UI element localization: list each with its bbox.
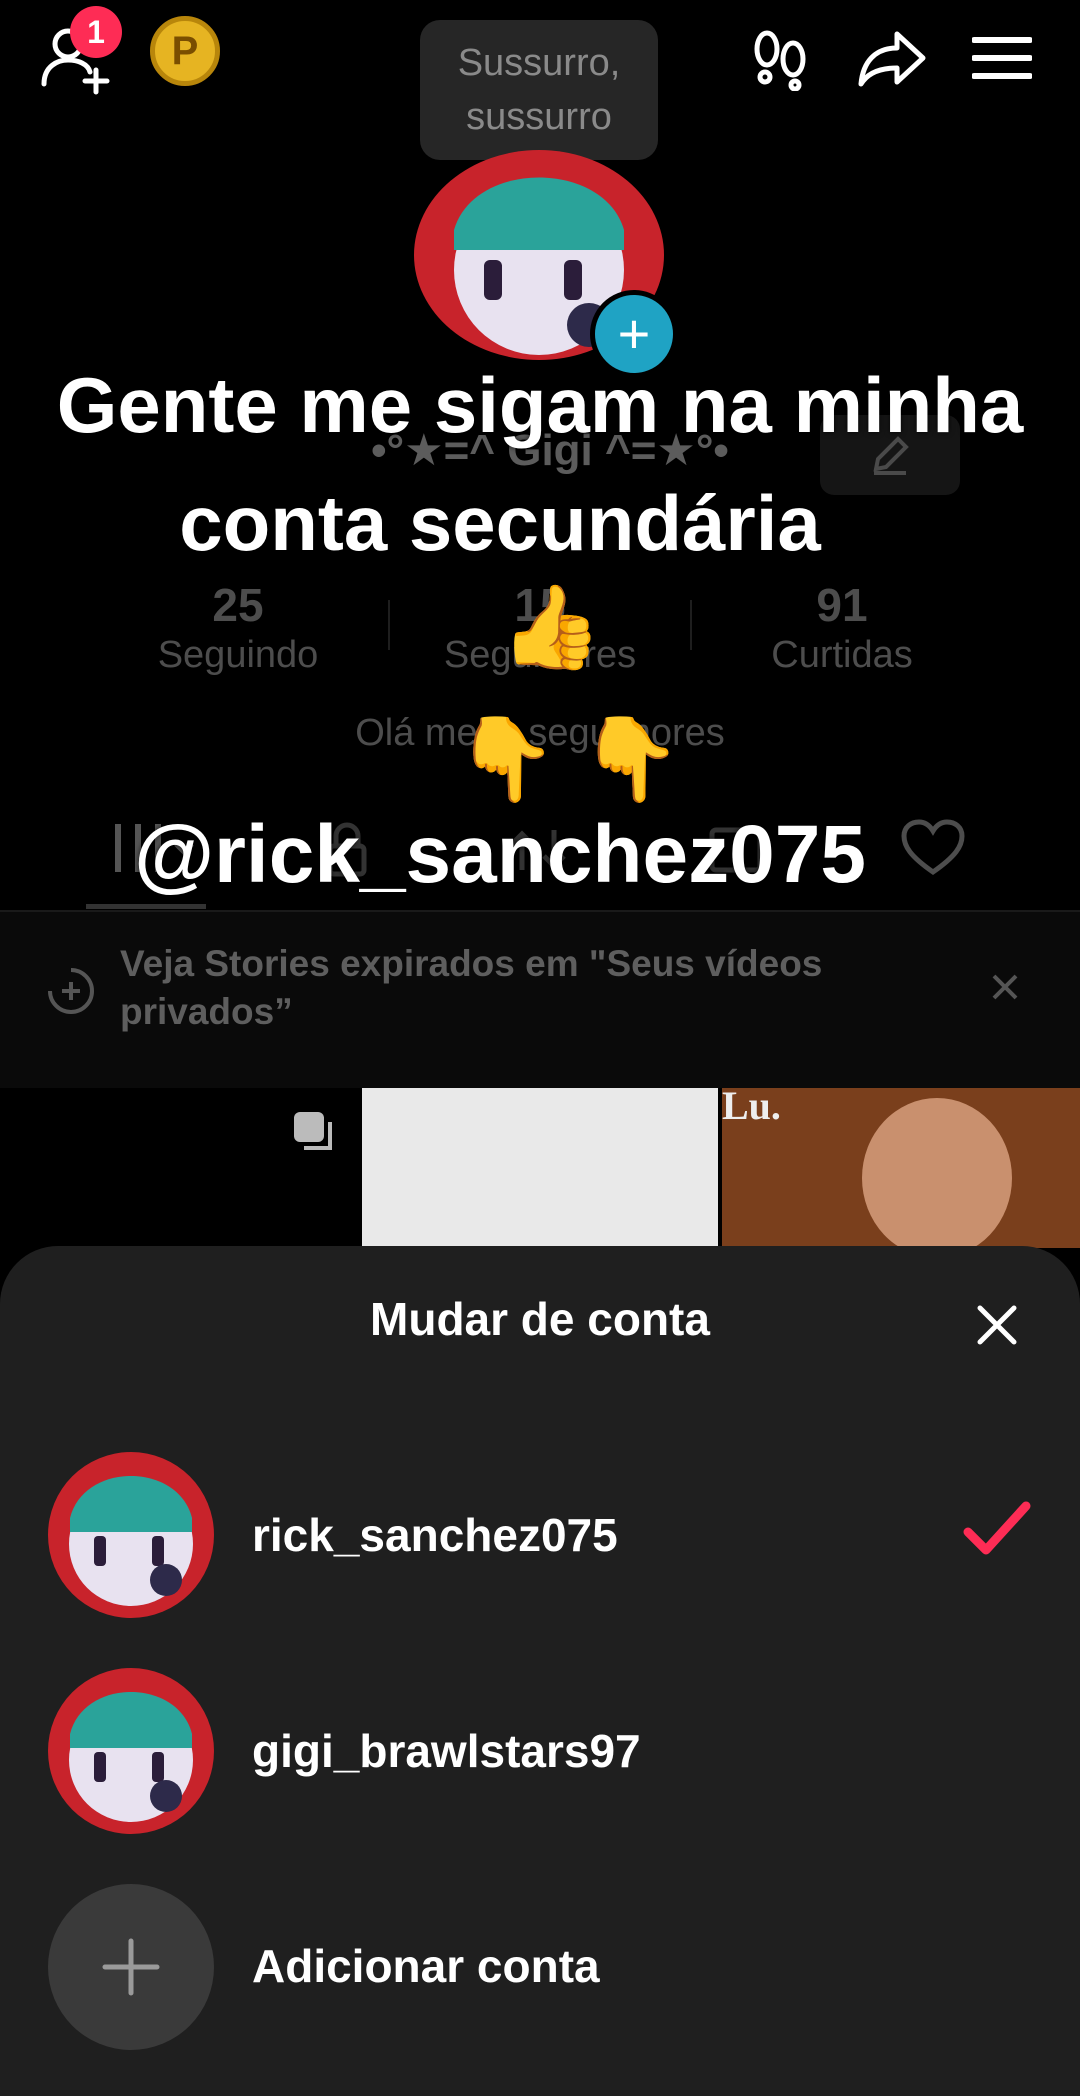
footprints-button[interactable] [740,18,820,98]
overlay-handle: @rick_sanchez075 [134,809,866,900]
tooltip: Sussurro, sussurro [420,20,658,174]
checkmark-icon [963,1501,1031,1555]
share-button[interactable] [852,18,932,98]
account-avatar [48,1452,214,1618]
menu-button[interactable] [962,18,1042,98]
top-bar: 1 P Sussurro, sussurro [0,0,1080,174]
add-account-button[interactable] [48,1884,214,2050]
sheet-title: Mudar de conta [370,1293,710,1345]
video-tile[interactable] [362,1088,718,1248]
video-thumbnail-face [862,1098,1012,1258]
multi-video-icon [294,1112,332,1150]
overlay-caption-line1: Gente me sigam na minha [56,361,1024,449]
story-icon [46,966,96,1021]
account-row-rick[interactable]: rick_sanchez075 [0,1440,1080,1620]
stat-likes-value: 91 [816,579,868,631]
share-icon [858,31,926,87]
close-icon [992,974,1018,1000]
thumbs-up-emoji: 👍 [500,582,603,673]
video-tile[interactable] [0,1088,358,1248]
close-icon [977,1305,1017,1345]
video-tile[interactable]: Lu. [722,1083,1080,1258]
banner-close-button[interactable] [990,972,1020,1007]
sheet-close-button[interactable] [976,1304,1018,1351]
stories-banner-text: Veja Stories expirados em "Seus vídeos p… [120,943,823,1032]
account-username: rick_sanchez075 [252,1509,618,1561]
account-avatar [48,1668,214,1834]
overlay-caption-line2: conta secundária [179,479,821,567]
notification-badge: 1 [70,6,122,58]
account-row-gigi[interactable]: gigi_brawlstars97 [0,1656,1080,1836]
tab-indicator [86,904,206,909]
menu-icon [972,37,1032,79]
plus-icon [102,1938,160,1996]
stat-following-value: 25 [212,579,264,631]
stat-divider [388,600,390,650]
stat-likes-label: Curtidas [771,634,913,676]
footprints-icon [754,30,806,91]
add-account-row[interactable]: Adicionar conta [0,1876,1080,2056]
video-caption: Lu. [722,1083,781,1128]
add-account-label: Adicionar conta [252,1940,600,1992]
pointing-down-emoji: 👇 👇 [455,714,682,805]
stat-divider [690,600,692,650]
account-username: gigi_brawlstars97 [252,1725,641,1777]
plus-icon: + [617,302,651,365]
coin-icon[interactable]: P [150,16,220,86]
stat-following-label[interactable]: Seguindo [108,634,368,677]
